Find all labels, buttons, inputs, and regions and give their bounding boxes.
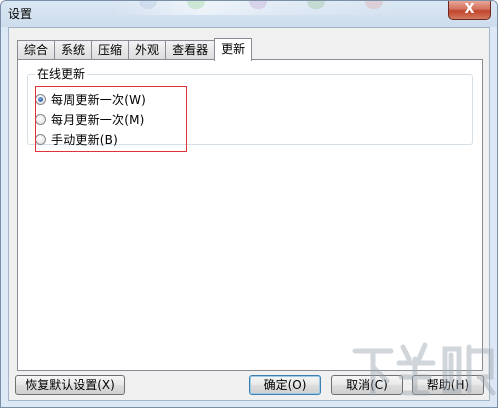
tab-appearance[interactable]: 外观 (128, 40, 167, 60)
window-title: 设置 (8, 7, 33, 21)
tab-compression[interactable]: 压缩 (91, 40, 130, 60)
ok-button[interactable]: 确定(O) (249, 375, 321, 395)
group-title: 在线更新 (35, 67, 88, 81)
tab-update[interactable]: 更新 (214, 38, 253, 61)
close-button[interactable]: X (448, 1, 491, 20)
title-bar[interactable]: 设置 X (1, 1, 497, 27)
help-button[interactable]: 帮助(H) (412, 375, 484, 395)
tab-system[interactable]: 系统 (54, 40, 93, 60)
tab-general[interactable]: 综合 (17, 40, 56, 60)
restore-defaults-button[interactable]: 恢复默认设置(X) (15, 375, 125, 395)
close-icon: X (464, 2, 475, 17)
cancel-button[interactable]: 取消(C) (331, 375, 403, 395)
tab-strip: 综合 系统 压缩 外观 查看器 更新 (17, 38, 253, 61)
dialog-body: 综合 系统 压缩 外观 查看器 更新 在线更新 每周更新一次(W) 每月更新一次… (8, 27, 490, 401)
update-tab-panel: 在线更新 每周更新一次(W) 每月更新一次(M) 手动更新(B) (17, 59, 483, 371)
tab-viewer[interactable]: 查看器 (165, 40, 216, 60)
red-highlight-box (35, 86, 187, 152)
settings-dialog: 设置 X 综合 系统 压缩 外观 查看器 更新 在线更新 每周更新一次(W) 每 (0, 0, 498, 408)
